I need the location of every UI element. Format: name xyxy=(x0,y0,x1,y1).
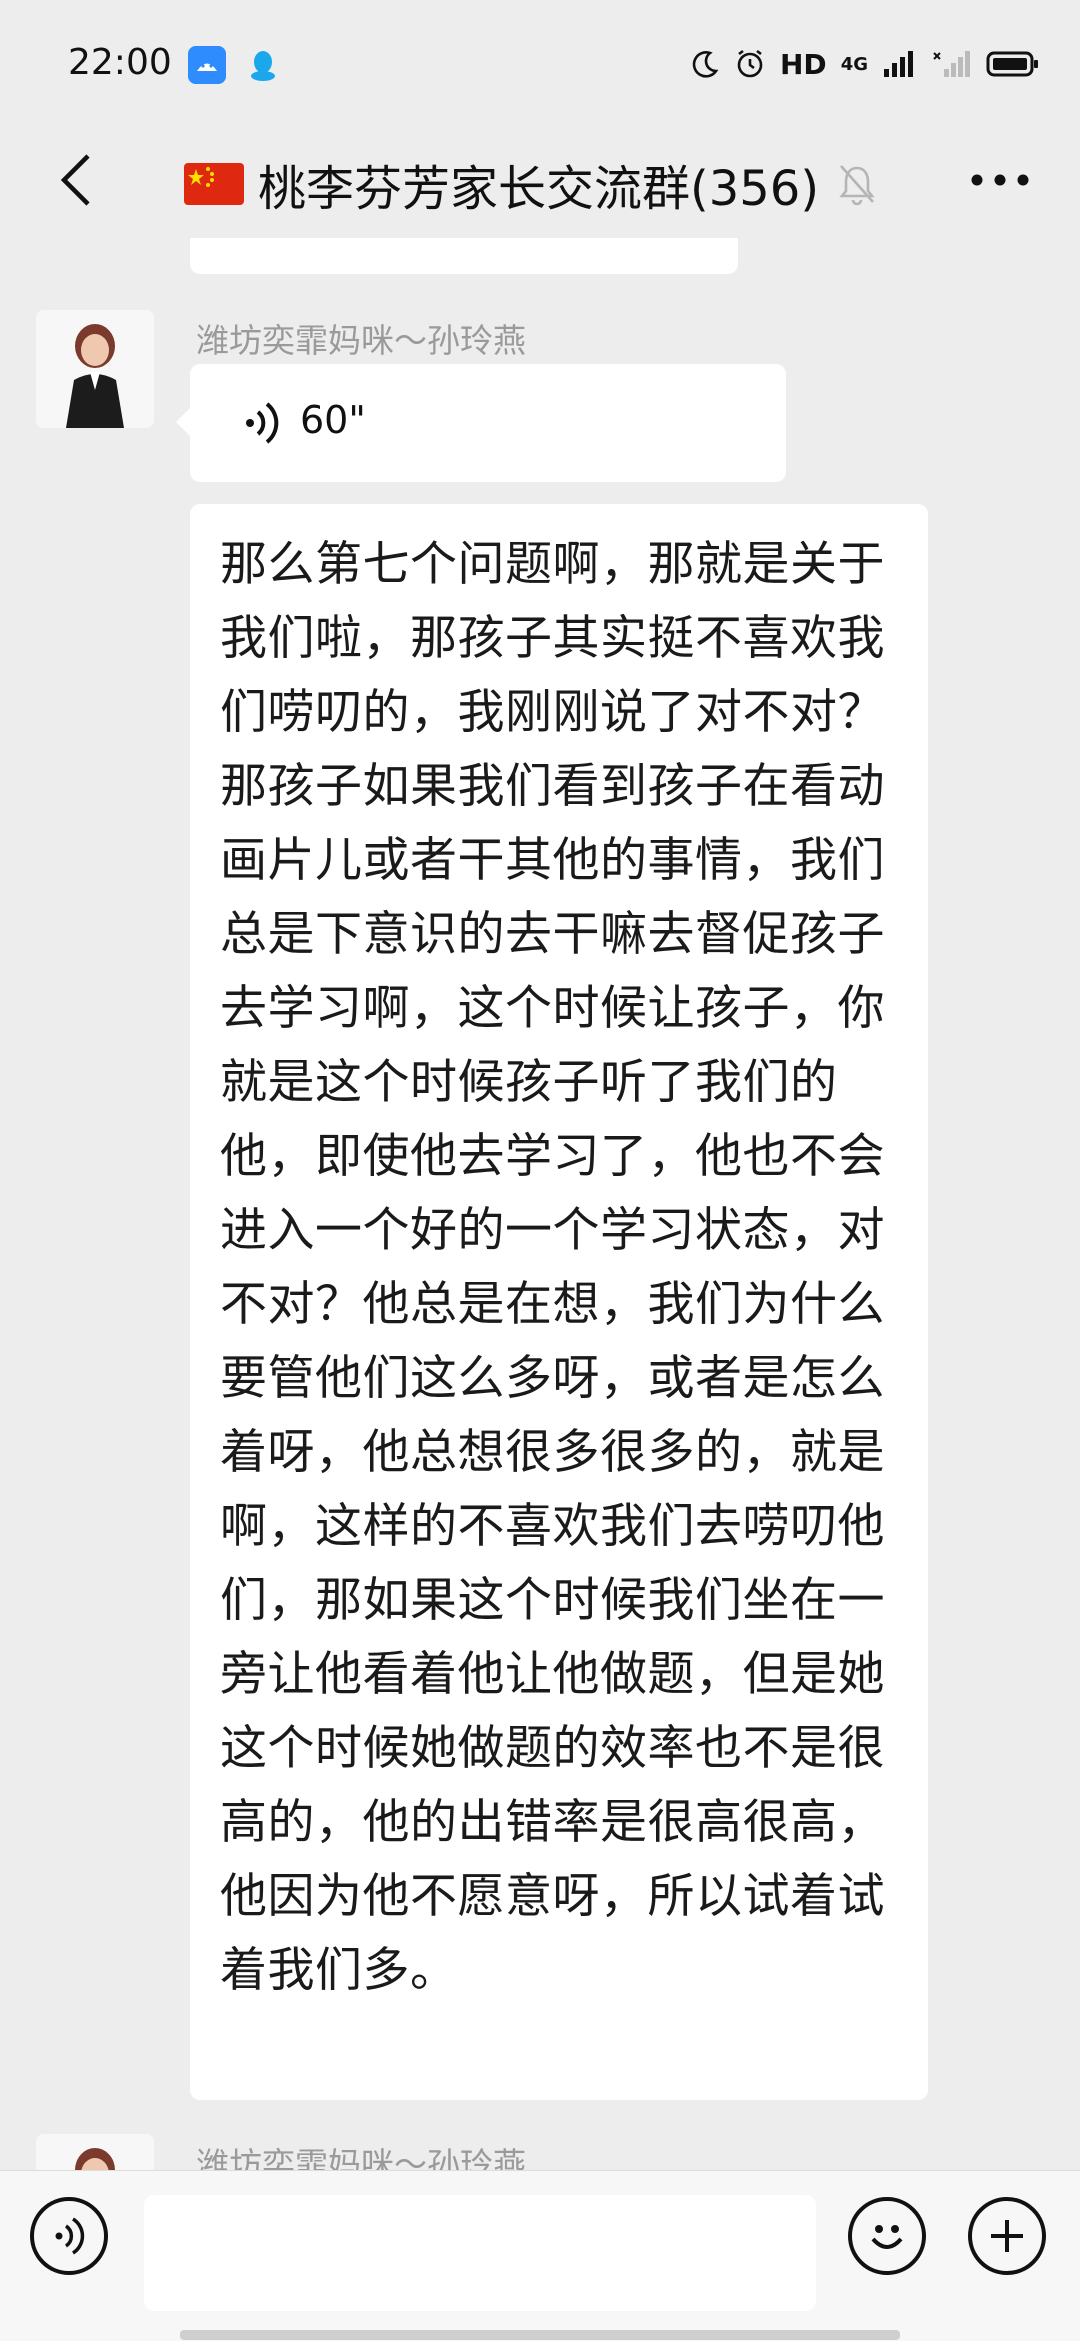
status-icons: HD 4G xyxy=(690,42,1040,86)
voice-wave-icon xyxy=(246,402,279,444)
sender-avatar[interactable] xyxy=(36,310,154,428)
chat-title: 桃李芬芳家长交流群(356) xyxy=(184,144,877,224)
signal-bars-empty-icon xyxy=(933,51,970,77)
sender-name: 潍坊奕霏妈咪～孙玲燕 xyxy=(196,321,526,360)
signal-bars-icon xyxy=(884,51,913,77)
plus-icon xyxy=(991,2220,1023,2252)
text-message-bubble[interactable]: 那么第七个问题啊，那就是关于我们啦，那孩子其实挺不喜欢我们唠叨的，我刚刚说了对不… xyxy=(190,504,928,2100)
muted-bell-icon xyxy=(839,165,875,206)
message-input[interactable] xyxy=(144,2195,816,2311)
voice-message-bubble[interactable]: 60" xyxy=(176,364,786,482)
more-functions-button[interactable] xyxy=(968,2197,1046,2275)
alarm-icon xyxy=(737,49,763,78)
previous-message-bubble[interactable] xyxy=(190,238,738,274)
moon-icon xyxy=(692,51,719,78)
input-bar xyxy=(0,2170,1080,2341)
chat-title-text: 桃李芬芳家长交流群(356) xyxy=(258,161,820,217)
back-button[interactable] xyxy=(36,140,116,220)
voice-input-toggle[interactable] xyxy=(30,2197,108,2275)
more-options-button[interactable] xyxy=(960,140,1040,220)
status-time: 22:00 xyxy=(68,42,172,83)
signal-4g-label: 4G xyxy=(840,53,868,75)
voice-wave-icon xyxy=(55,2217,85,2255)
smiley-icon xyxy=(871,2225,903,2249)
chat-message-list[interactable]: 潍坊奕霏妈咪～孙玲燕 60" 那么第七个问题啊，那就是关于我们啦，那孩子其实挺不… xyxy=(0,238,1080,2170)
emoji-button[interactable] xyxy=(848,2197,926,2275)
status-bar: 22:00 HD 4G xyxy=(0,0,1080,130)
voice-duration: 60" xyxy=(300,398,366,442)
sender-name: 潍坊奕霏妈咪～孙玲燕 xyxy=(196,2145,526,2170)
china-flag-icon xyxy=(184,163,244,205)
battery-icon xyxy=(986,51,1038,77)
more-dots-icon xyxy=(971,174,1029,186)
sender-avatar[interactable] xyxy=(36,2134,154,2170)
notification-app-icon xyxy=(188,46,226,84)
hd-label: HD xyxy=(780,47,827,81)
chat-header: 桃李芬芳家长交流群(356) xyxy=(0,130,1080,238)
chevron-left-icon xyxy=(60,154,90,206)
home-indicator xyxy=(180,2330,900,2340)
qq-icon xyxy=(244,46,282,84)
message-text: 那么第七个问题啊，那就是关于我们啦，那孩子其实挺不喜欢我们唠叨的，我刚刚说了对不… xyxy=(220,537,885,1998)
